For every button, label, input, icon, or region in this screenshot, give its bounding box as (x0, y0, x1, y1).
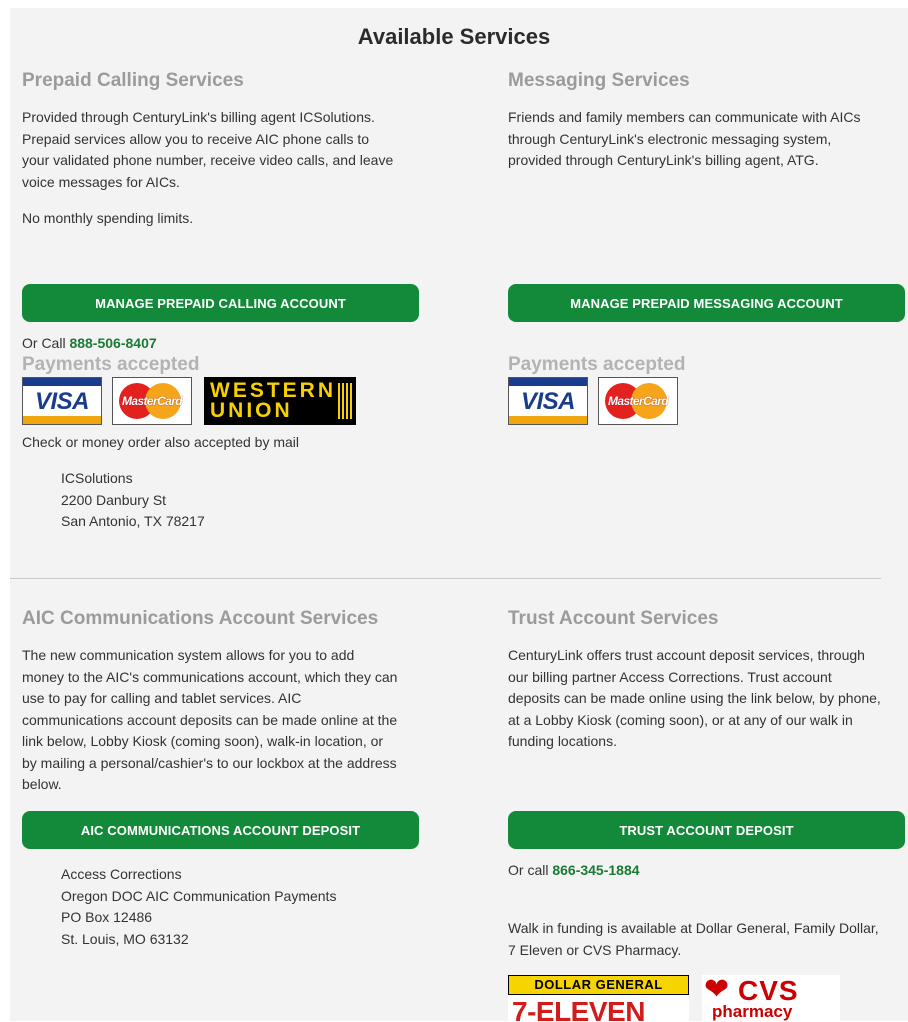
desc-line: your validated phone number, receive vid… (22, 152, 394, 168)
desc-line: CenturyLink offers trust account deposit… (508, 647, 865, 663)
desc-line: below. (22, 776, 62, 792)
messaging-payments-title: Payments accepted (508, 354, 686, 375)
desc-line: Prepaid services allow you to receive AI… (22, 130, 370, 147)
trust-account-description: CenturyLink offers trust account deposit… (508, 645, 908, 753)
aic-communications-title: AIC Communications Account Services (22, 608, 379, 629)
desc-line: our billing partner Access Corrections. … (508, 668, 832, 685)
desc-line: use to pay for calling and tablet servic… (22, 690, 302, 706)
page-title: Available Services (357, 24, 551, 49)
mastercard-logo: MasterCard (598, 377, 678, 425)
prepaid-calling-description: Provided through CenturyLink's billing a… (22, 107, 432, 193)
desc-line: Friends and family members can communica… (508, 109, 861, 125)
visa-logo: VISA (22, 377, 102, 425)
trust-account-title: Trust Account Services (508, 608, 719, 629)
desc-line: The new communication system allows for … (22, 647, 355, 663)
desc-line: Walk in funding is available at Dollar G… (508, 920, 879, 936)
messaging-title: Messaging Services (508, 70, 690, 91)
desc-line: voice messages for AICs. (22, 173, 180, 190)
desc-line: through CenturyLink's electronic messagi… (508, 130, 832, 147)
address-line: ICSolutions (61, 470, 133, 486)
desc-line: money to the AIC's communications accoun… (22, 668, 398, 685)
address-line: 2200 Danbury St (61, 491, 167, 508)
prepaid-payments-title: Payments accepted (22, 354, 200, 375)
desc-line: Provided through CenturyLink's billing a… (22, 109, 375, 125)
cvs-pharmacy-logo: ❤ CVS pharmacy (702, 975, 840, 1021)
desc-line: provided through CenturyLink's billing a… (508, 152, 819, 168)
seven-eleven-logo: 7-ELEVEN (508, 995, 689, 1021)
address-line: San Antonio, TX 78217 (61, 513, 205, 529)
desc-line: communications account deposits can be m… (22, 711, 398, 728)
address-line: St. Louis, MO 63132 (61, 930, 189, 947)
address-line: Access Corrections (61, 866, 182, 882)
address-line: PO Box 12486 (61, 909, 153, 925)
access-corrections-address: Access Corrections Oregon DOC AIC Commun… (61, 864, 336, 950)
prepaid-limits-note: No monthly spending limits. (22, 210, 194, 226)
trust-call-line: Or call 866-345-1884 (508, 862, 640, 878)
mastercard-logo: MasterCard (112, 377, 192, 425)
call-prefix: Or Call (22, 335, 66, 351)
manage-prepaid-calling-button[interactable]: MANAGE PREPAID CALLING ACCOUNT (22, 284, 419, 322)
prepaid-calling-title: Prepaid Calling Services (22, 70, 244, 91)
desc-line: by mailing a personal/cashier's to our l… (22, 754, 397, 771)
prepaid-phone-link[interactable]: 888-506-8407 (69, 335, 156, 351)
section-divider (10, 578, 881, 579)
mail-note: Check or money order also accepted by ma… (22, 434, 300, 450)
desc-line: at a Lobby Kiosk (coming soon), or at an… (508, 711, 853, 728)
desc-line: funding locations. (508, 733, 617, 749)
call-prefix: Or call (508, 862, 549, 878)
address-line: Oregon DOC AIC Communication Payments (61, 887, 337, 904)
desc-line: link below, Lobby Kiosk (coming soon), w… (22, 733, 384, 749)
visa-logo: VISA (508, 377, 588, 425)
icsolutions-address: ICSolutions 2200 Danbury St San Antonio,… (61, 468, 205, 533)
aic-communications-description: The new communication system allows for … (22, 645, 432, 796)
walkin-funding-note: Walk in funding is available at Dollar G… (508, 918, 908, 961)
western-union-logo: WESTERN UNION (204, 377, 356, 425)
trust-phone-link[interactable]: 866-345-1884 (552, 862, 639, 878)
trust-account-deposit-button[interactable]: TRUST ACCOUNT DEPOSIT (508, 811, 905, 849)
heart-icon: ❤ (704, 973, 730, 1006)
dollar-general-logo: DOLLAR GENERAL (508, 975, 689, 995)
manage-prepaid-messaging-button[interactable]: MANAGE PREPAID MESSAGING ACCOUNT (508, 284, 905, 322)
desc-line: deposits can be made online using the li… (508, 690, 881, 706)
prepaid-call-line: Or Call 888-506-8407 (22, 335, 157, 351)
aic-communications-deposit-button[interactable]: AIC COMMUNICATIONS ACCOUNT DEPOSIT (22, 811, 419, 849)
desc-line: 7 Eleven or CVS Pharmacy. (508, 941, 682, 958)
messaging-description: Friends and family members can communica… (508, 107, 898, 172)
